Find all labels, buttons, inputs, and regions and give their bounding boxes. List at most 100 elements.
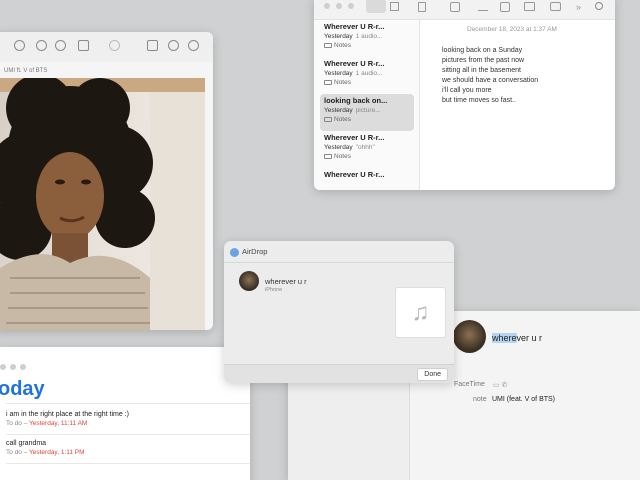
close-button[interactable] <box>0 364 6 370</box>
facetime-label: FaceTime <box>454 381 485 388</box>
reminder-item[interactable]: i am in the right place at the right tim… <box>6 411 246 427</box>
zoom-in-icon[interactable] <box>55 40 66 51</box>
note-body-line: sitting all in the basement <box>442 67 521 74</box>
divider <box>224 262 454 263</box>
note-title: Wherever U R-r... <box>324 133 385 142</box>
note-preview: "ohhh" <box>355 144 375 151</box>
window-subtitle: UMI ft. V of BTS <box>4 68 48 74</box>
minimize-button[interactable] <box>10 364 16 370</box>
note-title: Wherever U R-r... <box>324 22 385 31</box>
divider <box>6 403 250 404</box>
note-list-item[interactable]: Wherever U R-r... Yesterday "ohhh" Notes <box>320 131 414 168</box>
divider <box>6 463 250 464</box>
markup-toolbar-icon[interactable] <box>168 40 179 51</box>
note-folder: Notes <box>324 79 410 86</box>
note-date: Yesterday <box>324 144 353 151</box>
note-title: looking back on... <box>324 96 388 105</box>
note-folder-label: Notes <box>334 153 351 160</box>
sender-avatar <box>239 271 259 291</box>
folder-icon <box>324 42 332 48</box>
window-controls <box>0 357 30 375</box>
minimize-button[interactable] <box>336 3 342 9</box>
note-date: Yesterday <box>324 107 353 114</box>
note-body[interactable]: looking back on a Sunday pictures from t… <box>442 46 538 106</box>
dialog-footer: Done <box>224 364 454 383</box>
notes-window: » Wherever U R-r... Yesterday 1 audio... … <box>314 0 615 190</box>
note-folder: Notes <box>324 42 410 49</box>
note-meta: Yesterday 1 audio... <box>324 33 410 40</box>
note-body-line: i'll call you more <box>442 87 492 94</box>
divider <box>6 434 250 435</box>
airdrop-title: AirDrop <box>242 247 268 256</box>
facetime-icons[interactable]: ▭ ✆ <box>493 381 507 389</box>
rotate-icon[interactable] <box>147 40 158 51</box>
note-folder-label: Notes <box>334 116 351 123</box>
search-icon[interactable] <box>188 40 199 51</box>
folder-icon <box>324 153 332 159</box>
note-preview: picture... <box>355 107 381 114</box>
music-note-icon: ♫ <box>395 287 446 338</box>
note-folder-label: Notes <box>334 79 351 86</box>
media-icon[interactable] <box>550 2 561 11</box>
note-list-item[interactable]: Wherever U R-r... Yesterday 1 audio... No… <box>320 20 414 57</box>
note-label: note <box>473 396 487 403</box>
note-body-line: looking back on a Sunday <box>442 47 523 54</box>
note-folder: Notes <box>324 153 410 160</box>
note-list-item-selected[interactable]: looking back on... Yesterday picture... N… <box>320 94 414 131</box>
folder-icon <box>324 116 332 122</box>
close-button[interactable] <box>324 3 330 9</box>
format-icon[interactable] <box>478 2 488 11</box>
more-icon[interactable]: » <box>576 2 581 12</box>
reminder-title: call grandma <box>6 440 47 447</box>
reminders-window: oday i am in the right place at the righ… <box>0 347 250 480</box>
list-view-icon[interactable] <box>366 0 386 13</box>
note-meta: Yesterday picture... <box>324 107 410 114</box>
contact-name-highlight: where <box>492 333 517 343</box>
note-folder: Notes <box>324 116 410 123</box>
search-icon[interactable] <box>595 2 603 10</box>
notes-list: Wherever U R-r... Yesterday 1 audio... No… <box>314 20 420 190</box>
compose-icon[interactable] <box>450 2 460 12</box>
notes-toolbar: » <box>314 0 615 20</box>
note-date-header: December 18, 2023 at 1:37 AM <box>467 26 557 33</box>
contact-name[interactable]: wherever u r <box>492 333 542 343</box>
note-title: Wherever U R-r... <box>324 59 385 68</box>
note-title: Wherever U R-r... <box>324 170 385 179</box>
trash-icon[interactable] <box>418 2 426 12</box>
zoom-button[interactable] <box>20 364 26 370</box>
checklist-icon[interactable] <box>500 2 510 12</box>
list-heading: oday <box>0 378 45 400</box>
note-meta: Yesterday 1 audio... <box>324 70 410 77</box>
reminder-title: i am in the right place at the right tim… <box>6 411 129 418</box>
note-list-item[interactable]: Wherever U R-r... Yesterday 1 audio... No… <box>320 57 414 94</box>
reminder-due-time: Yesterday, 11:11 AM <box>29 420 88 427</box>
note-folder-label: Notes <box>334 42 351 49</box>
reminder-due-prefix: To do – <box>6 449 30 456</box>
note-date: Yesterday <box>324 33 353 40</box>
done-button[interactable]: Done <box>417 368 448 381</box>
airdrop-dialog: AirDrop wherever u r iPhone ♫ Done <box>224 241 454 383</box>
markup-icon[interactable] <box>109 40 120 51</box>
note-body-line: we should have a conversation <box>442 77 539 84</box>
note-preview: 1 audio... <box>355 70 383 77</box>
reminder-due: To do – Yesterday, 1:11 PM <box>6 449 246 456</box>
preview-window: UMI ft. V of BTS <box>0 32 213 330</box>
preview-toolbar <box>0 32 213 62</box>
note-body-line: pictures from the past now <box>442 57 525 64</box>
note-value[interactable]: UMI (feat. V of BTS) <box>492 396 555 403</box>
note-body-line: but time moves so fast.. <box>442 97 516 104</box>
share-icon[interactable] <box>78 40 89 51</box>
note-list-item[interactable]: Wherever U R-r... <box>320 168 414 190</box>
info-icon[interactable] <box>14 40 25 51</box>
gallery-view-icon[interactable] <box>390 2 399 11</box>
note-preview: 1 audio... <box>355 33 383 40</box>
zoom-out-icon[interactable] <box>36 40 47 51</box>
table-icon[interactable] <box>524 2 535 11</box>
contact-avatar <box>453 320 486 353</box>
airdrop-title-row: AirDrop <box>230 247 267 257</box>
zoom-button[interactable] <box>348 3 354 9</box>
reminder-due: To do – Yesterday, 11:11 AM <box>6 420 246 427</box>
contact-name-rest: ver u r <box>516 333 543 343</box>
reminder-item[interactable]: call grandma To do – Yesterday, 1:11 PM <box>6 440 246 456</box>
airdrop-icon <box>230 247 239 257</box>
